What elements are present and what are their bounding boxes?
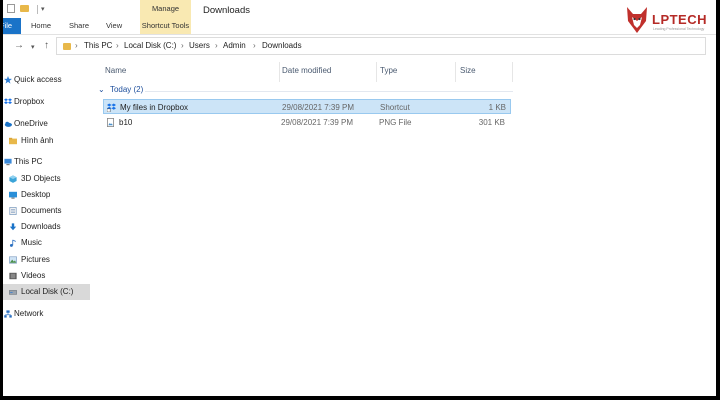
title-bar: ▾ Manage Downloads <box>3 0 716 18</box>
chevron-right-icon[interactable]: › <box>116 41 119 50</box>
tab-view[interactable]: View <box>106 18 122 34</box>
desktop-icon <box>9 191 17 199</box>
tab-home[interactable]: Home <box>31 18 51 34</box>
sidebar-item-network[interactable]: Network <box>3 306 90 322</box>
chevron-down-icon: ⌄ <box>98 85 105 94</box>
breadcrumb-users[interactable]: Users <box>189 41 210 50</box>
sidebar-item-3d-objects[interactable]: 3D Objects <box>3 171 90 187</box>
customize-toolbar-icon[interactable]: ▾ <box>41 5 45 13</box>
sidebar-item-pictures[interactable]: Pictures <box>3 252 90 268</box>
cube-icon <box>9 175 17 183</box>
group-header-today[interactable]: ⌄ Today (2) <box>98 85 143 94</box>
column-header-name[interactable]: Name <box>105 66 126 75</box>
column-header-size[interactable]: Size <box>460 66 476 75</box>
chevron-right-icon[interactable]: › <box>181 41 184 50</box>
computer-icon <box>4 158 12 166</box>
address-row: → ▾ ↑ › This PC › Local Disk (C:) › User… <box>3 36 716 56</box>
sidebar-item-documents[interactable]: Documents <box>3 203 90 219</box>
sidebar-item-hinh-anh[interactable]: Hình ảnh <box>3 133 90 149</box>
folder-icon <box>63 43 71 50</box>
toolbar-divider <box>37 5 38 14</box>
folder-icon <box>9 137 17 145</box>
sidebar-item-desktop[interactable]: Desktop <box>3 187 90 203</box>
logo-tagline: Leading Professional Technology <box>653 27 705 31</box>
tab-share[interactable]: Share <box>69 18 89 34</box>
context-group-manage: Manage <box>140 0 191 18</box>
pictures-icon <box>9 256 17 264</box>
lptech-logo: LPTECH Leading Professional Technology <box>625 5 716 37</box>
column-divider[interactable] <box>512 62 513 82</box>
file-name: b10 <box>119 118 133 127</box>
sidebar-item-local-disk[interactable]: Local Disk (C:) <box>3 284 90 300</box>
table-row[interactable]: My files in Dropbox 29/08/2021 7:39 PM S… <box>103 99 511 114</box>
up-arrow-icon[interactable]: ↑ <box>44 40 49 51</box>
new-folder-icon[interactable] <box>20 5 29 12</box>
ribbon-tabs: File Home Share View Shortcut Tools <box>3 18 716 35</box>
breadcrumb-downloads[interactable]: Downloads <box>262 41 302 50</box>
breadcrumb-this-pc[interactable]: This PC <box>84 41 112 50</box>
breadcrumb-admin[interactable]: Admin <box>223 41 246 50</box>
documents-icon <box>9 207 17 215</box>
back-arrow-icon[interactable]: → <box>14 40 24 51</box>
sidebar-item-videos[interactable]: Videos <box>3 268 90 284</box>
chevron-right-icon[interactable]: › <box>215 41 218 50</box>
download-icon <box>9 223 17 231</box>
music-icon <box>9 239 16 247</box>
address-bar[interactable]: › This PC › Local Disk (C:) › Users › Ad… <box>56 37 706 55</box>
tab-file[interactable]: File <box>3 18 21 34</box>
fox-logo-icon <box>627 7 647 33</box>
tab-shortcut-tools[interactable]: Shortcut Tools <box>140 18 191 34</box>
recent-locations-icon[interactable]: ▾ <box>31 43 35 51</box>
file-date: 29/08/2021 7:39 PM <box>281 118 354 127</box>
column-header-date-modified[interactable]: Date modified <box>282 66 331 75</box>
column-header-type[interactable]: Type <box>380 66 397 75</box>
breadcrumb-local-disk[interactable]: Local Disk (C:) <box>124 41 176 50</box>
sidebar-item-music[interactable]: Music <box>3 235 90 251</box>
properties-icon[interactable] <box>7 4 15 13</box>
file-name: My files in Dropbox <box>120 103 189 112</box>
column-divider[interactable] <box>455 62 456 82</box>
file-date: 29/08/2021 7:39 PM <box>282 103 355 112</box>
group-divider <box>145 91 513 92</box>
explorer-window: ▾ Manage Downloads File Home Share View … <box>3 0 716 396</box>
column-divider[interactable] <box>279 62 280 82</box>
file-type: PNG File <box>379 118 412 127</box>
logo-name: LPTECH <box>652 12 707 27</box>
network-icon <box>4 310 12 318</box>
shortcut-icon <box>107 103 116 112</box>
cloud-icon <box>4 121 12 127</box>
file-size: 1 KB <box>488 103 506 112</box>
file-size: 301 KB <box>478 118 505 127</box>
navigation-pane: Quick access Dropbox OneDrive Hình ảnh T… <box>3 60 95 396</box>
file-type: Shortcut <box>380 103 410 112</box>
chevron-right-icon[interactable]: › <box>253 41 256 50</box>
chevron-right-icon[interactable]: › <box>75 41 78 50</box>
sidebar-item-dropbox[interactable]: Dropbox <box>3 94 90 110</box>
sidebar-item-downloads[interactable]: Downloads <box>3 219 90 235</box>
dropbox-icon <box>4 98 12 104</box>
window-title: Downloads <box>203 5 250 16</box>
table-row[interactable]: b10 29/08/2021 7:39 PM PNG File 301 KB <box>103 115 511 130</box>
image-file-icon <box>107 118 114 127</box>
sidebar-item-onedrive[interactable]: OneDrive <box>3 116 90 132</box>
videos-icon <box>9 272 17 280</box>
column-divider[interactable] <box>376 62 377 82</box>
star-icon <box>4 76 12 84</box>
file-list: Name Date modified Type Size ⌄ Today (2)… <box>98 60 515 396</box>
sidebar-item-this-pc[interactable]: This PC <box>3 154 90 170</box>
sidebar-item-quick-access[interactable]: Quick access <box>3 72 90 88</box>
drive-icon <box>9 290 17 295</box>
